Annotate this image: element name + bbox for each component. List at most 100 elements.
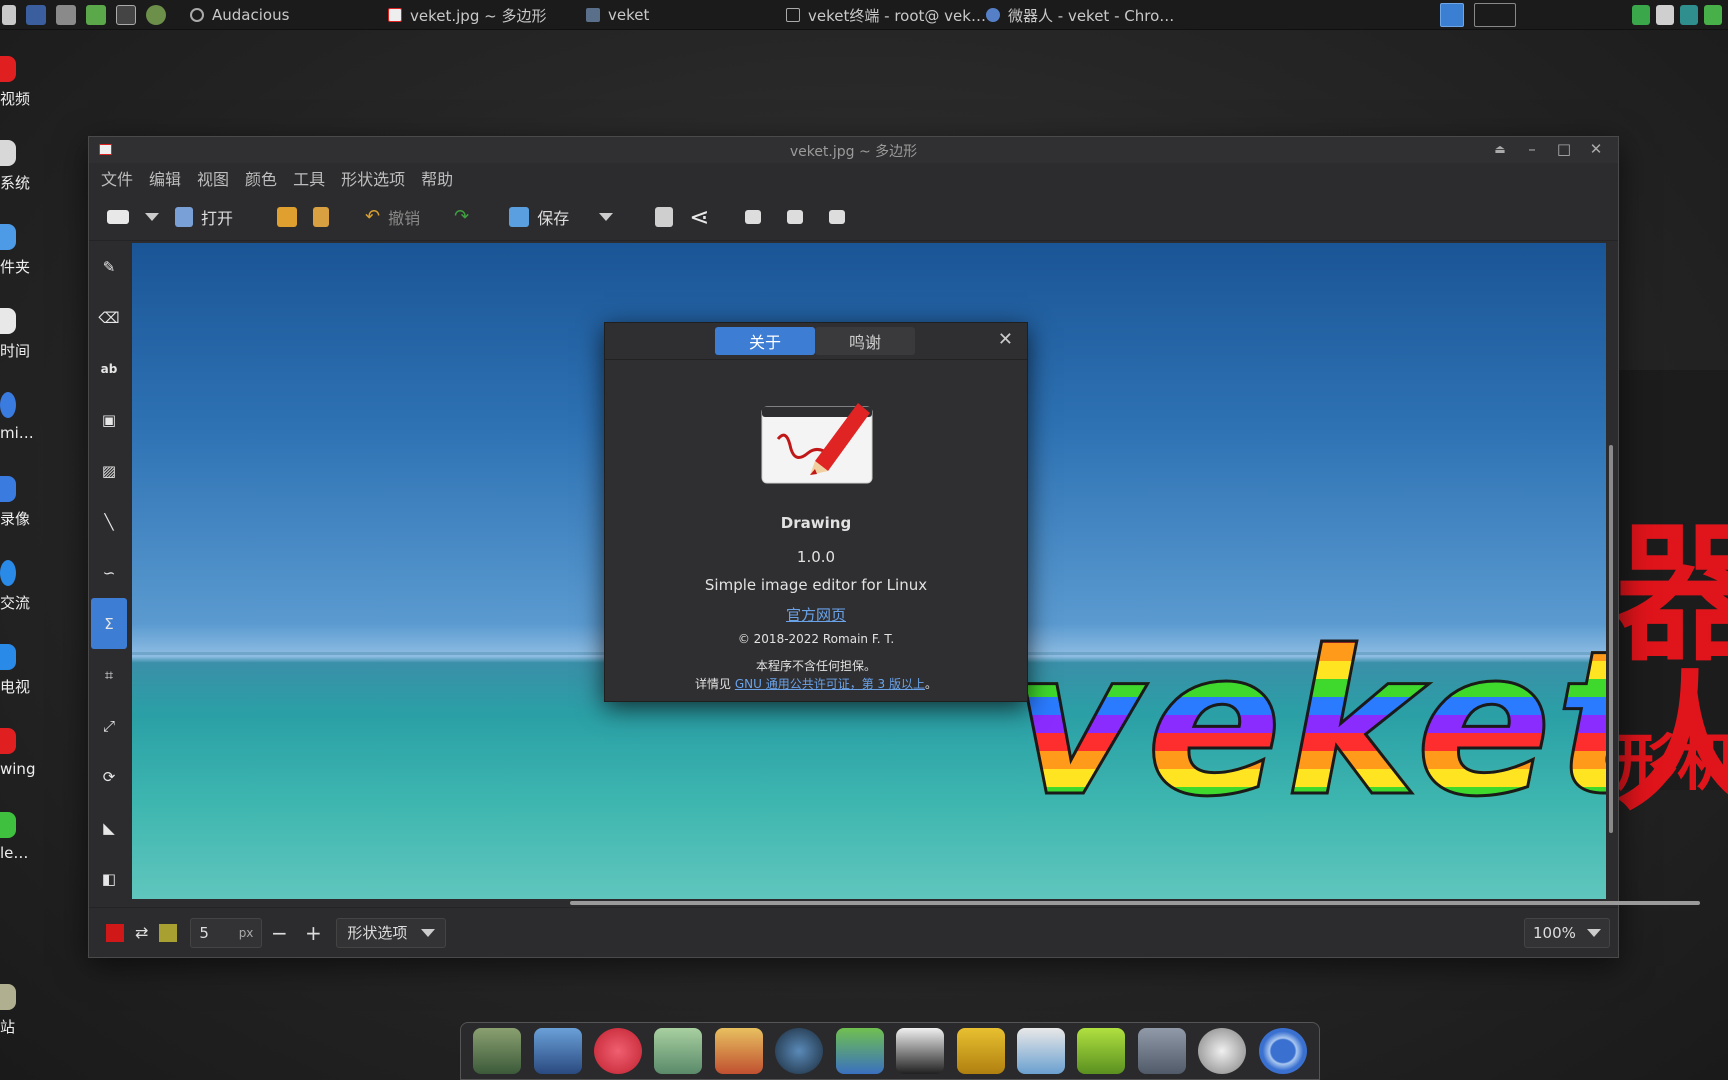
curve-tool[interactable]: ∽ (91, 547, 127, 598)
terminal-icon[interactable] (116, 4, 136, 25)
line-tool[interactable]: ╲ (91, 496, 127, 547)
globe-icon[interactable] (146, 4, 166, 25)
import-button[interactable] (271, 200, 303, 234)
menu-tools[interactable]: 工具 (293, 166, 325, 190)
image-viewer-icon[interactable] (473, 1028, 522, 1074)
zoom-dropdown[interactable]: 100% (1524, 918, 1610, 948)
menu-file[interactable]: 文件 (101, 166, 133, 190)
pet-icon[interactable] (594, 1028, 643, 1074)
website-link[interactable]: 官方网页 (605, 604, 1027, 625)
desktop-item[interactable]: wing (0, 728, 40, 778)
task-audacious[interactable]: Audacious (190, 0, 289, 30)
shape-options-dropdown[interactable]: 形状选项 (336, 917, 447, 948)
drive-icon[interactable] (1137, 1028, 1186, 1074)
desktop-item[interactable]: le… (0, 812, 40, 862)
options-button[interactable] (823, 200, 851, 234)
minimize-button[interactable]: – (1522, 140, 1542, 158)
size-input[interactable]: 5 px (190, 917, 263, 948)
free-select-tool[interactable]: ▨ (91, 445, 127, 496)
main-color-button[interactable] (106, 923, 124, 942)
tab-credits[interactable]: 鸣谢 (815, 327, 915, 355)
paint-icon[interactable] (714, 1028, 763, 1074)
increase-size-button[interactable]: + (296, 921, 330, 945)
network-icon[interactable] (1680, 5, 1698, 25)
maximize-button[interactable]: □ (1554, 140, 1574, 158)
text-tool[interactable]: ab (91, 343, 127, 394)
new-image-button[interactable] (101, 200, 135, 234)
task-folder[interactable]: veket (586, 0, 649, 30)
desktop-item[interactable]: 时间 (0, 308, 40, 361)
menu-view[interactable]: 视图 (197, 166, 229, 190)
open-button[interactable]: 打开 (169, 200, 239, 234)
menu-shape-options[interactable]: 形状选项 (341, 166, 405, 190)
close-button[interactable]: ✕ (1586, 140, 1606, 158)
desktop-item[interactable]: mi… (0, 392, 40, 442)
rotate-tool[interactable]: ⟳ (91, 751, 127, 802)
battery-icon[interactable] (1704, 5, 1722, 25)
license-link[interactable]: GNU 通用公共许可证，第 3 版以上 (735, 677, 925, 691)
horizontal-scrollbar[interactable] (570, 901, 1700, 905)
crop-tool[interactable]: ⌗ (91, 649, 127, 700)
clipboard-icon[interactable] (1656, 5, 1674, 25)
desktop-item[interactable]: 交流 (0, 560, 40, 613)
task-terminal[interactable]: veket终端 - root@ vek… (786, 0, 986, 30)
workspace-1-button[interactable] (1440, 3, 1464, 27)
paste-button[interactable] (307, 200, 335, 234)
print-button[interactable] (649, 200, 679, 234)
skew-tool[interactable]: ◣ (91, 802, 127, 853)
desktop-item[interactable]: 站 (0, 984, 40, 1037)
chromium-icon[interactable] (1258, 1028, 1307, 1074)
computer-icon[interactable] (533, 1028, 582, 1074)
window-titlebar[interactable]: veket.jpg ~ 多边形 ⏏ – □ ✕ (89, 137, 1618, 163)
minimap-button[interactable] (739, 200, 767, 234)
rect-select-tool[interactable]: ▣ (91, 394, 127, 445)
desktop-item[interactable]: 电视 (0, 644, 40, 697)
brightness-icon[interactable] (1198, 1028, 1247, 1074)
help-icon[interactable] (1077, 1028, 1126, 1074)
swap-colors-icon[interactable]: ⇄ (135, 923, 148, 942)
app-launcher-icon[interactable] (2, 4, 16, 25)
desktop-item[interactable]: 件夹 (0, 224, 40, 277)
messenger-icon[interactable] (835, 1028, 884, 1074)
share-button[interactable]: ⋖ (683, 200, 715, 234)
save-menu-button[interactable] (593, 200, 619, 234)
redo-button[interactable]: ↷ (448, 200, 475, 234)
media-player-icon[interactable] (775, 1028, 824, 1074)
settings-icon[interactable] (56, 4, 76, 25)
options-bar: ⇄ 5 px − + 形状选项 100% (89, 907, 1618, 957)
workspace-2-button[interactable] (1474, 3, 1516, 27)
history-button[interactable] (781, 200, 809, 234)
chevron-down-icon (1587, 929, 1601, 937)
pencil-tool[interactable]: ✎ (91, 241, 127, 292)
vertical-scrollbar[interactable] (1609, 445, 1613, 833)
desktop-item[interactable]: 视频 (0, 56, 40, 109)
shield-icon[interactable] (1632, 5, 1650, 25)
polygon-tool[interactable]: Σ (91, 598, 127, 649)
menu-colors[interactable]: 颜色 (245, 166, 277, 190)
secondary-color-button[interactable] (159, 923, 178, 942)
tab-about[interactable]: 关于 (715, 327, 815, 355)
eraser-tool[interactable]: ⌫ (91, 292, 127, 343)
menu-edit[interactable]: 编辑 (149, 166, 181, 190)
filters-tool[interactable]: ◧ (91, 853, 127, 904)
notes-icon[interactable] (654, 1028, 703, 1074)
play-icon[interactable] (86, 4, 106, 25)
undo-button[interactable]: ↶ 撤销 (359, 200, 426, 234)
scale-tool[interactable]: ⤢ (91, 700, 127, 751)
desktop-item[interactable]: 录像 (0, 476, 40, 529)
menu-help[interactable]: 帮助 (421, 166, 453, 190)
new-image-menu-button[interactable] (139, 200, 165, 234)
address-book-icon[interactable] (956, 1028, 1005, 1074)
decrease-size-button[interactable]: − (262, 921, 296, 945)
task-drawing[interactable]: veket.jpg ~ 多边形 (388, 0, 546, 30)
app-version: 1.0.0 (796, 548, 836, 566)
save-button[interactable]: 保存 (503, 200, 575, 234)
shade-icon[interactable]: ⏏ (1490, 142, 1510, 156)
system-monitor-icon[interactable] (26, 4, 46, 25)
spreadsheet-icon[interactable] (1017, 1028, 1065, 1074)
task-chrome[interactable]: 微器人 - veket - Chro… (986, 0, 1174, 30)
penguin-icon[interactable] (896, 1028, 945, 1074)
dialog-close-button[interactable]: ✕ (998, 329, 1013, 350)
chevron-down-icon (421, 928, 436, 937)
desktop-item[interactable]: 系统 (0, 140, 40, 193)
